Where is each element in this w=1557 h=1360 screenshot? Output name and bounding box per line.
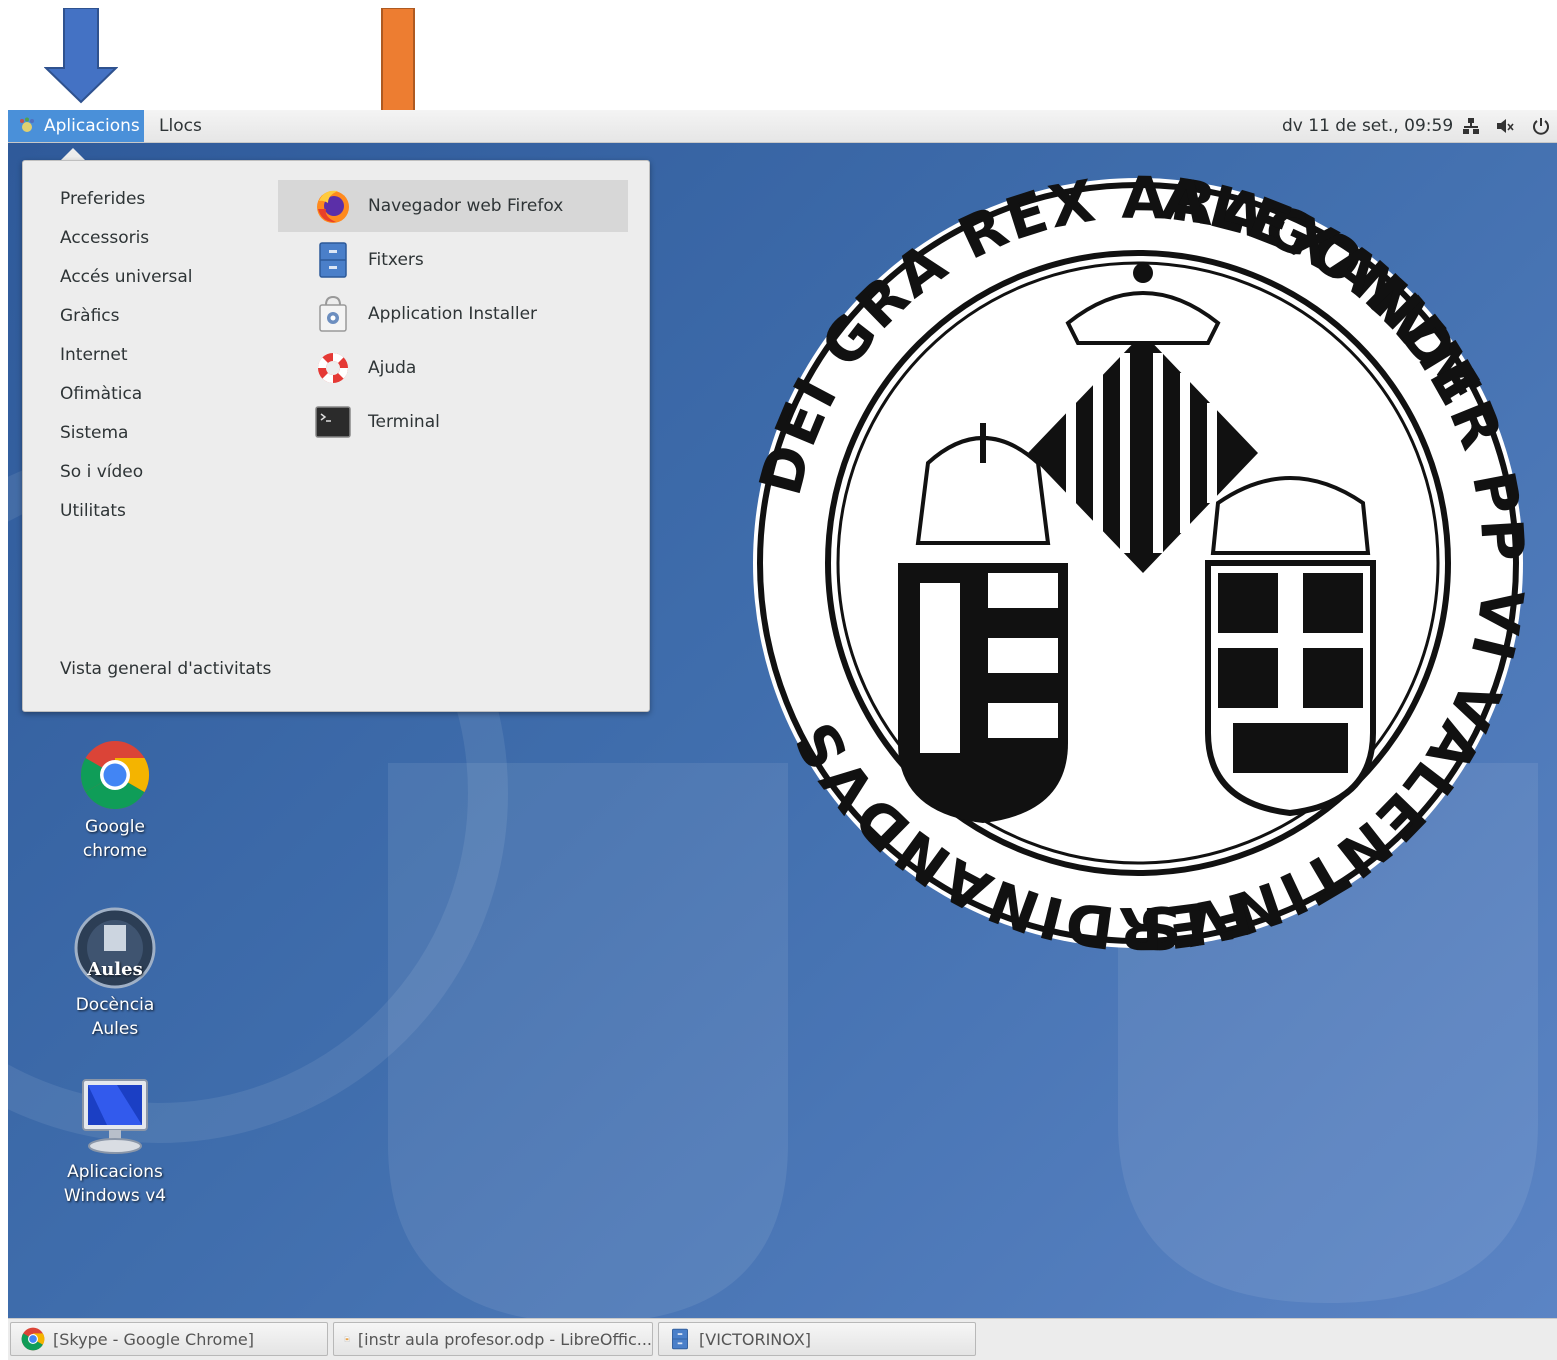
applications-menu-button[interactable]: Aplicacions — [8, 110, 144, 142]
applications-label: Aplicacions — [44, 116, 140, 136]
desktop-icon-label: Windows v4 — [63, 1186, 167, 1206]
monitor-icon — [82, 1079, 148, 1154]
impress-icon — [344, 1336, 350, 1342]
app-installer-icon — [319, 295, 347, 332]
category-preferides[interactable]: Preferides — [60, 186, 145, 212]
app-label: Terminal — [368, 412, 440, 432]
category-acces-universal[interactable]: Accés universal — [60, 264, 193, 290]
places-label: Llocs — [159, 116, 202, 136]
app-label: Ajuda — [368, 358, 417, 378]
volume-muted-icon[interactable] — [1496, 117, 1514, 135]
app-item-help[interactable]: Ajuda — [278, 342, 628, 394]
gnome-foot-icon — [20, 117, 34, 132]
seal-right-shield — [1205, 476, 1376, 817]
app-item-terminal[interactable]: Terminal — [278, 396, 628, 448]
category-accessoris[interactable]: Accessoris — [60, 225, 149, 251]
activities-overview-link[interactable]: Vista general d'activitats — [60, 659, 271, 679]
seal-left-shield — [898, 423, 1068, 823]
university-seal-icon: DEI GRA REX ARAGONVM ALEXANDER PP VI VAL… — [748, 173, 1528, 953]
app-label: Application Installer — [368, 304, 538, 324]
desktop-icon-google-chrome[interactable]: Google chrome — [50, 739, 180, 863]
taskbar-item-victorinox[interactable]: [VICTORINOX] — [658, 1322, 976, 1356]
taskbar-item-label: [VICTORINOX] — [699, 1329, 812, 1349]
aules-badge-text: Aules — [86, 959, 142, 980]
aules-icon: Aules — [74, 907, 156, 989]
terminal-icon — [315, 406, 351, 438]
chrome-icon — [21, 1327, 45, 1351]
desktop-icon-label: Aules — [91, 1019, 139, 1039]
category-utilitats[interactable]: Utilitats — [60, 498, 126, 524]
power-icon[interactable] — [1532, 117, 1550, 135]
firefox-icon — [317, 190, 349, 223]
bottom-taskbar: [Skype - Google Chrome] [instr aula prof… — [8, 1318, 1557, 1360]
app-item-application-installer[interactable]: Application Installer — [278, 288, 628, 340]
network-icon[interactable] — [1462, 117, 1480, 135]
category-sistema[interactable]: Sistema — [60, 420, 128, 446]
files-icon — [672, 1328, 688, 1350]
clock-text: dv 11 de set., 09:59 — [1282, 116, 1454, 136]
help-icon — [318, 353, 348, 383]
taskbar-item-label: [instr aula profesor.odp - LibreOffic... — [357, 1329, 652, 1349]
chrome-icon — [80, 741, 150, 810]
desktop-icon-aplicacions-windows[interactable]: Aplicacions Windows v4 — [50, 1078, 180, 1208]
category-grafics[interactable]: Gràfics — [60, 303, 120, 329]
desktop-icon-label: Docència — [75, 995, 155, 1015]
top-panel: Aplicacions Llocs dv 11 de set., 09:59 — [8, 110, 1557, 143]
taskbar-item-libreoffice[interactable]: [instr aula profesor.odp - LibreOffic... — [333, 1322, 653, 1356]
blue-arrow-icon — [44, 8, 118, 104]
desktop-icon-label: chrome — [82, 841, 148, 861]
desktop-icon-label: Google — [85, 817, 145, 837]
desktop-icon-label: Aplicacions — [67, 1162, 163, 1182]
taskbar-item-label: [Skype - Google Chrome] — [53, 1329, 255, 1349]
places-menu-button[interactable]: Llocs — [159, 110, 202, 142]
app-label: Navegador web Firefox — [368, 196, 564, 216]
applications-menu: Preferides Accessoris Accés universal Gr… — [22, 160, 650, 712]
category-so-i-video[interactable]: So i vídeo — [60, 459, 143, 485]
app-label: Fitxers — [368, 250, 424, 270]
category-internet[interactable]: Internet — [60, 342, 128, 368]
app-item-firefox[interactable]: Navegador web Firefox — [278, 180, 628, 232]
app-item-files[interactable]: Fitxers — [278, 234, 628, 286]
desktop-icon-docencia-aules[interactable]: Aules Docència Aules — [50, 907, 180, 1041]
category-ofimatica[interactable]: Ofimàtica — [60, 381, 142, 407]
taskbar-item-skype-chrome[interactable]: [Skype - Google Chrome] — [10, 1322, 328, 1356]
clock[interactable]: dv 11 de set., 09:59 — [1282, 110, 1453, 142]
files-icon — [319, 242, 347, 278]
